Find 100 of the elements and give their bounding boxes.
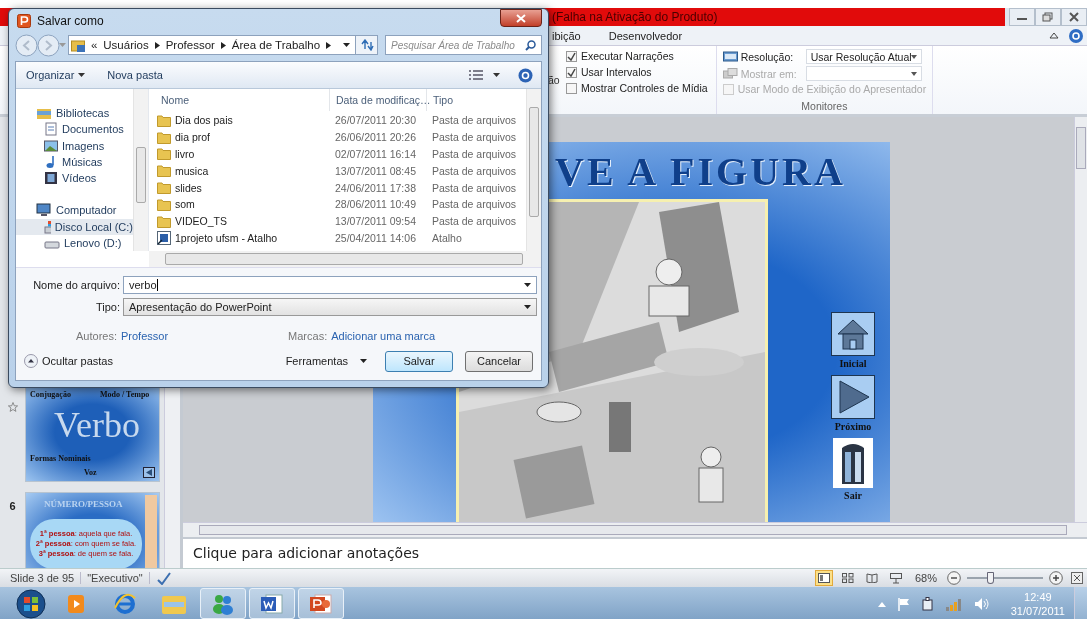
file-row[interactable]: dia prof 26/06/2011 20:26 Pasta de arquivos <box>149 128 526 146</box>
exit-button[interactable]: Sair <box>833 438 873 501</box>
address-bar[interactable]: « Usuários Professor Área de Trabalho <box>68 35 356 55</box>
field-label: Tipo: <box>94 301 120 313</box>
nav-item[interactable]: Bibliotecas <box>16 105 133 122</box>
field-label: Nome do arquivo: <box>32 279 120 291</box>
view-options-icon[interactable] <box>469 69 483 81</box>
resolution-dropdown[interactable]: Usar Resolução Atual <box>805 49 922 64</box>
file-row[interactable]: VIDEO_TS 13/07/2011 09:54 Pasta de arquivos <box>149 212 526 230</box>
folder-icon <box>157 214 171 228</box>
filename-field[interactable]: verbo <box>123 276 537 294</box>
spellcheck-icon[interactable] <box>155 571 172 585</box>
checkbox[interactable] <box>566 50 577 62</box>
chevron-icon[interactable] <box>154 41 160 49</box>
nav-item[interactable]: Músicas <box>16 153 133 170</box>
column-header[interactable]: Nome <box>149 89 329 111</box>
dialog-button[interactable]: Cancelar <box>465 350 533 372</box>
field-value: verbo <box>129 279 157 291</box>
file-row[interactable]: livro 02/07/2011 16:14 Pasta de arquivos <box>149 145 526 163</box>
breadcrumb-prefix[interactable]: « <box>90 39 98 51</box>
help-icon[interactable] <box>518 67 533 83</box>
speaker-icon[interactable] <box>973 596 990 611</box>
taskbar-messenger-button[interactable] <box>200 588 246 619</box>
checkbox-label: Usar Intervalos <box>581 66 652 78</box>
normal-view-button[interactable] <box>814 570 833 586</box>
zoom-level[interactable]: 68% <box>914 572 937 584</box>
taskbar-word-button[interactable] <box>249 588 295 619</box>
folder-icon <box>157 147 171 161</box>
nav-item[interactable]: Vídeos <box>16 170 133 187</box>
nav-item[interactable]: Lenovo (D:) <box>16 234 133 251</box>
zoom-out-icon[interactable] <box>947 571 961 585</box>
file-date: 24/06/2011 17:38 <box>334 181 417 194</box>
refresh-button[interactable] <box>356 35 378 55</box>
file-name: Dia dos pais <box>175 114 233 127</box>
close-button[interactable] <box>500 9 542 27</box>
chevron-icon[interactable] <box>220 41 226 49</box>
slider-thumb[interactable] <box>986 572 994 584</box>
house-icon <box>831 312 875 356</box>
fit-window-icon[interactable] <box>1071 572 1083 584</box>
collapse-ribbon-icon[interactable] <box>1049 32 1059 39</box>
document-icon <box>44 122 58 137</box>
nav-item[interactable]: Documentos <box>16 121 133 138</box>
home-button[interactable]: Inicial <box>831 312 875 369</box>
caret-icon[interactable] <box>343 42 350 48</box>
next-button[interactable]: Próximo <box>831 375 875 432</box>
breadcrumb-item[interactable]: Usuários <box>103 39 149 51</box>
checkbox[interactable] <box>566 82 577 94</box>
close-button[interactable] <box>1061 8 1087 26</box>
toolbar-button[interactable]: Nova pasta <box>101 67 169 83</box>
breadcrumb-item[interactable]: Professor <box>165 39 215 51</box>
authors-link[interactable]: Professor <box>121 330 169 342</box>
file-row[interactable]: 1projeto ufsm - Atalho 25/04/2011 14:06 Atalho <box>149 229 526 247</box>
projector-icon <box>889 572 902 584</box>
caret-icon <box>360 359 367 363</box>
folder-icon <box>157 181 171 195</box>
search-field[interactable]: Pesquisar Área de Trabalho <box>385 35 542 55</box>
taskbar-powerpoint-button[interactable] <box>298 588 344 619</box>
chevron-icon[interactable] <box>326 41 332 49</box>
slide-number: 6 <box>9 500 16 512</box>
scrollbar[interactable] <box>526 89 541 251</box>
nav-item[interactable]: Imagens <box>16 137 133 154</box>
breadcrumb-item[interactable]: Área de Trabalho <box>231 39 321 51</box>
file-row[interactable]: som 28/06/2011 10:49 Pasta de arquivos <box>149 196 526 213</box>
folder-icon <box>157 197 171 211</box>
hide-folders-button[interactable]: Ocultar pastas <box>24 354 113 368</box>
ribbon-tab[interactable]: ibição <box>548 28 585 43</box>
file-row[interactable]: slides 24/06/2011 17:38 Pasta de arquivos <box>149 179 526 196</box>
ribbon-tab[interactable]: Desenvolvedor <box>604 28 687 43</box>
checkbox[interactable] <box>566 66 577 78</box>
file-name: dia prof <box>175 131 211 144</box>
file-row[interactable]: Dia dos pais 26/07/2011 20:30 Pasta de arquivos <box>149 112 526 129</box>
file-row[interactable]: musica 13/07/2011 08:45 Pasta de arquivos <box>149 162 526 180</box>
start-button[interactable] <box>16 588 46 619</box>
back-icon <box>143 467 155 478</box>
add-tag-link[interactable]: Adicionar uma marca <box>331 330 436 342</box>
restore-button[interactable] <box>1035 8 1061 26</box>
grid-icon <box>841 573 854 583</box>
device-icon[interactable] <box>921 596 934 611</box>
notes-pane[interactable]: Clique para adicionar anotações <box>183 537 1087 568</box>
flag-icon[interactable] <box>896 596 911 611</box>
zoom-in-icon[interactable] <box>1049 571 1063 585</box>
slide-label: Voz <box>84 469 97 477</box>
scrollbar[interactable] <box>1074 117 1087 522</box>
slide-title: Verbo <box>54 407 140 443</box>
tools-menu[interactable]: Ferramentas <box>285 355 377 367</box>
caret-icon[interactable] <box>493 73 500 77</box>
file-name: slides <box>175 181 202 194</box>
nav-item[interactable]: Disco Local (C:) <box>16 218 133 235</box>
scrollbar[interactable] <box>133 89 148 251</box>
toolbar-button[interactable]: Organizar <box>20 67 92 83</box>
scrollbar[interactable] <box>183 522 1087 537</box>
scrollbar[interactable] <box>149 251 541 267</box>
file-date: 13/07/2011 09:54 <box>334 215 417 228</box>
folder-icon <box>157 130 171 144</box>
type-dropdown[interactable]: Apresentação do PowerPoint <box>123 298 537 316</box>
minimize-button[interactable] <box>1009 8 1035 26</box>
dialog-button[interactable]: Salvar <box>385 350 453 372</box>
help-icon[interactable] <box>1069 28 1083 43</box>
word-icon <box>260 592 284 615</box>
nav-item[interactable]: Computador <box>16 202 133 219</box>
